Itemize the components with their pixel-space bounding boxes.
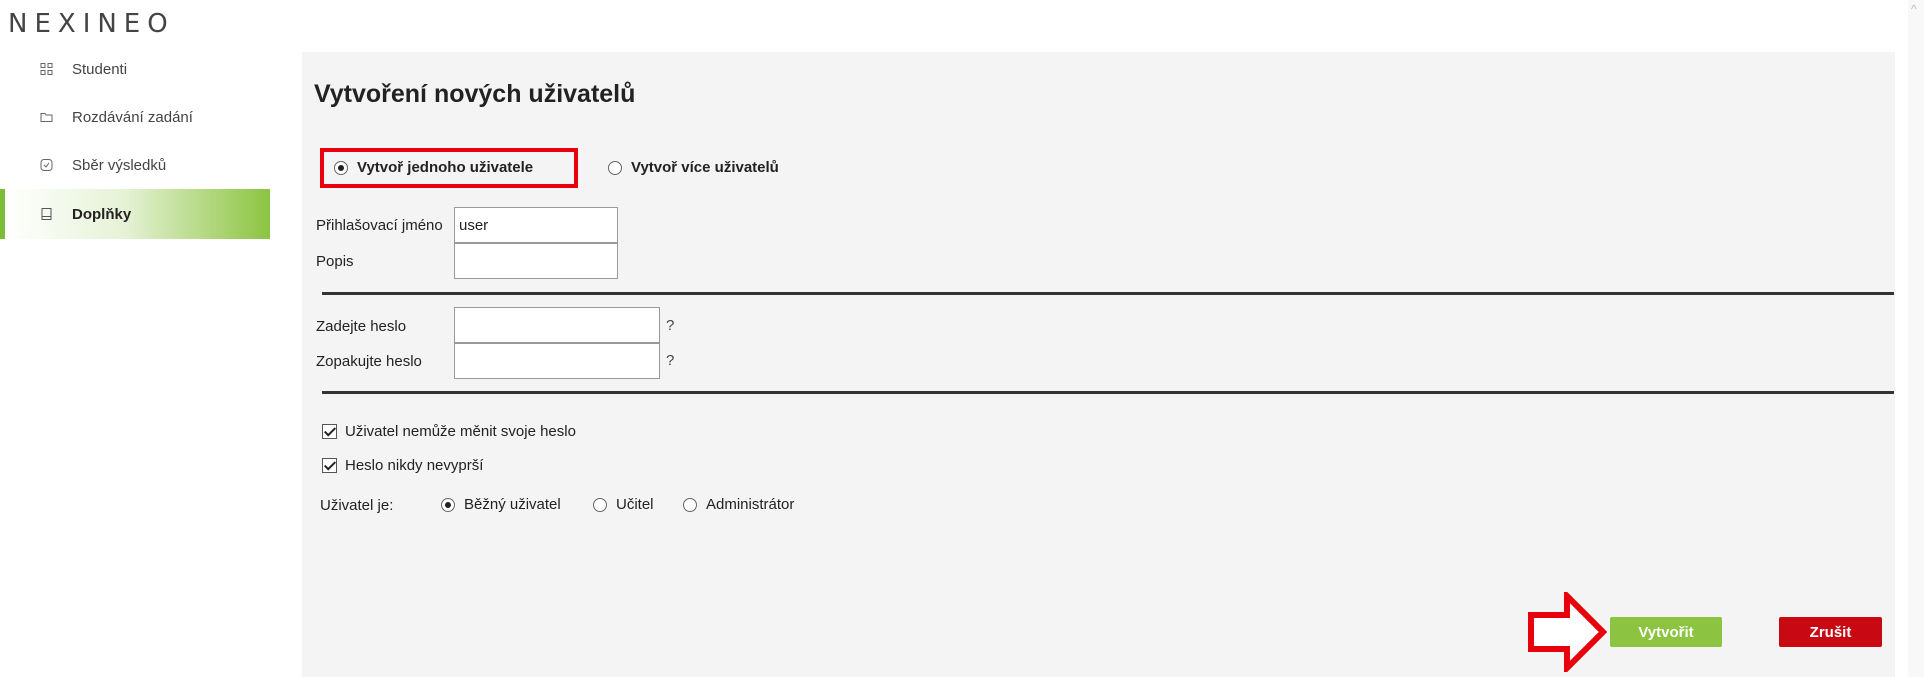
checkbox-checked-icon [322,424,337,439]
mode-multi-radio[interactable]: Vytvoř více uživatelů [608,159,779,176]
sidebar-item-doplnky[interactable]: Doplňky [0,189,270,239]
create-button[interactable]: Vytvořit [1610,617,1722,647]
role-option-label: Běžný uživatel [464,496,561,513]
radio-unselected-icon [683,497,697,512]
sidebar: Studenti Rozdávání zadání Sběr výsledků … [0,45,270,239]
mode-single-label: Vytvoř jednoho uživatele [357,159,534,176]
password-input[interactable] [454,307,660,343]
scrollbar[interactable] [1908,0,1924,677]
scroll-up-icon[interactable]: ^ [1911,2,1917,16]
grid-icon [40,63,53,75]
divider [322,391,1894,394]
checkbox-label: Heslo nikdy nevyprší [345,457,484,474]
radio-unselected-icon [593,497,607,512]
sidebar-item-label: Sběr výsledků [72,156,167,174]
sidebar-item-label: Rozdávání zadání [72,108,193,126]
login-label: Přihlašovací jméno [316,217,443,234]
cannot-change-password-checkbox[interactable]: Uživatel nemůže měnit svoje heslo [322,423,576,440]
checkbox-label: Uživatel nemůže měnit svoje heslo [345,423,576,440]
role-label: Uživatel je: [320,497,394,514]
sidebar-item-sber[interactable]: Sběr výsledků [0,141,270,189]
password-repeat-help[interactable]: ? [666,352,674,369]
never-expires-checkbox[interactable]: Heslo nikdy nevyprší [322,457,483,474]
arrow-right-icon [1528,592,1607,672]
book-icon [41,208,52,220]
password-repeat-input[interactable] [454,343,660,379]
check-circle-icon [40,159,53,171]
sidebar-item-label: Doplňky [72,205,132,223]
divider [322,292,1894,295]
radio-selected-icon [441,497,455,512]
cancel-button[interactable]: Zrušit [1779,617,1882,647]
mode-multi-label: Vytvoř více uživatelů [631,159,779,176]
sidebar-item-label: Studenti [72,60,128,78]
sidebar-item-rozdavani[interactable]: Rozdávání zadání [0,93,270,141]
page-title: Vytvoření nových uživatelů [314,80,636,108]
description-input[interactable] [454,243,618,279]
login-input[interactable] [454,207,618,243]
role-option-label: Administrátor [706,496,795,513]
password-help[interactable]: ? [666,317,674,334]
radio-unselected-icon [608,160,622,175]
mode-single-radio[interactable]: Vytvoř jednoho uživatele [334,159,533,176]
description-label: Popis [316,253,354,270]
role-teacher-radio[interactable]: Učitel [593,496,654,513]
checkbox-checked-icon [322,458,337,473]
radio-selected-icon [334,160,348,175]
sidebar-item-studenti[interactable]: Studenti [0,45,270,93]
password-label: Zadejte heslo [316,318,407,335]
role-admin-radio[interactable]: Administrátor [683,496,794,513]
password-repeat-label: Zopakujte heslo [316,353,422,370]
role-regular-radio[interactable]: Běžný uživatel [441,496,561,513]
app-logo: NEXINEO [8,9,175,39]
folder-icon [40,113,53,122]
role-option-label: Učitel [616,496,654,513]
